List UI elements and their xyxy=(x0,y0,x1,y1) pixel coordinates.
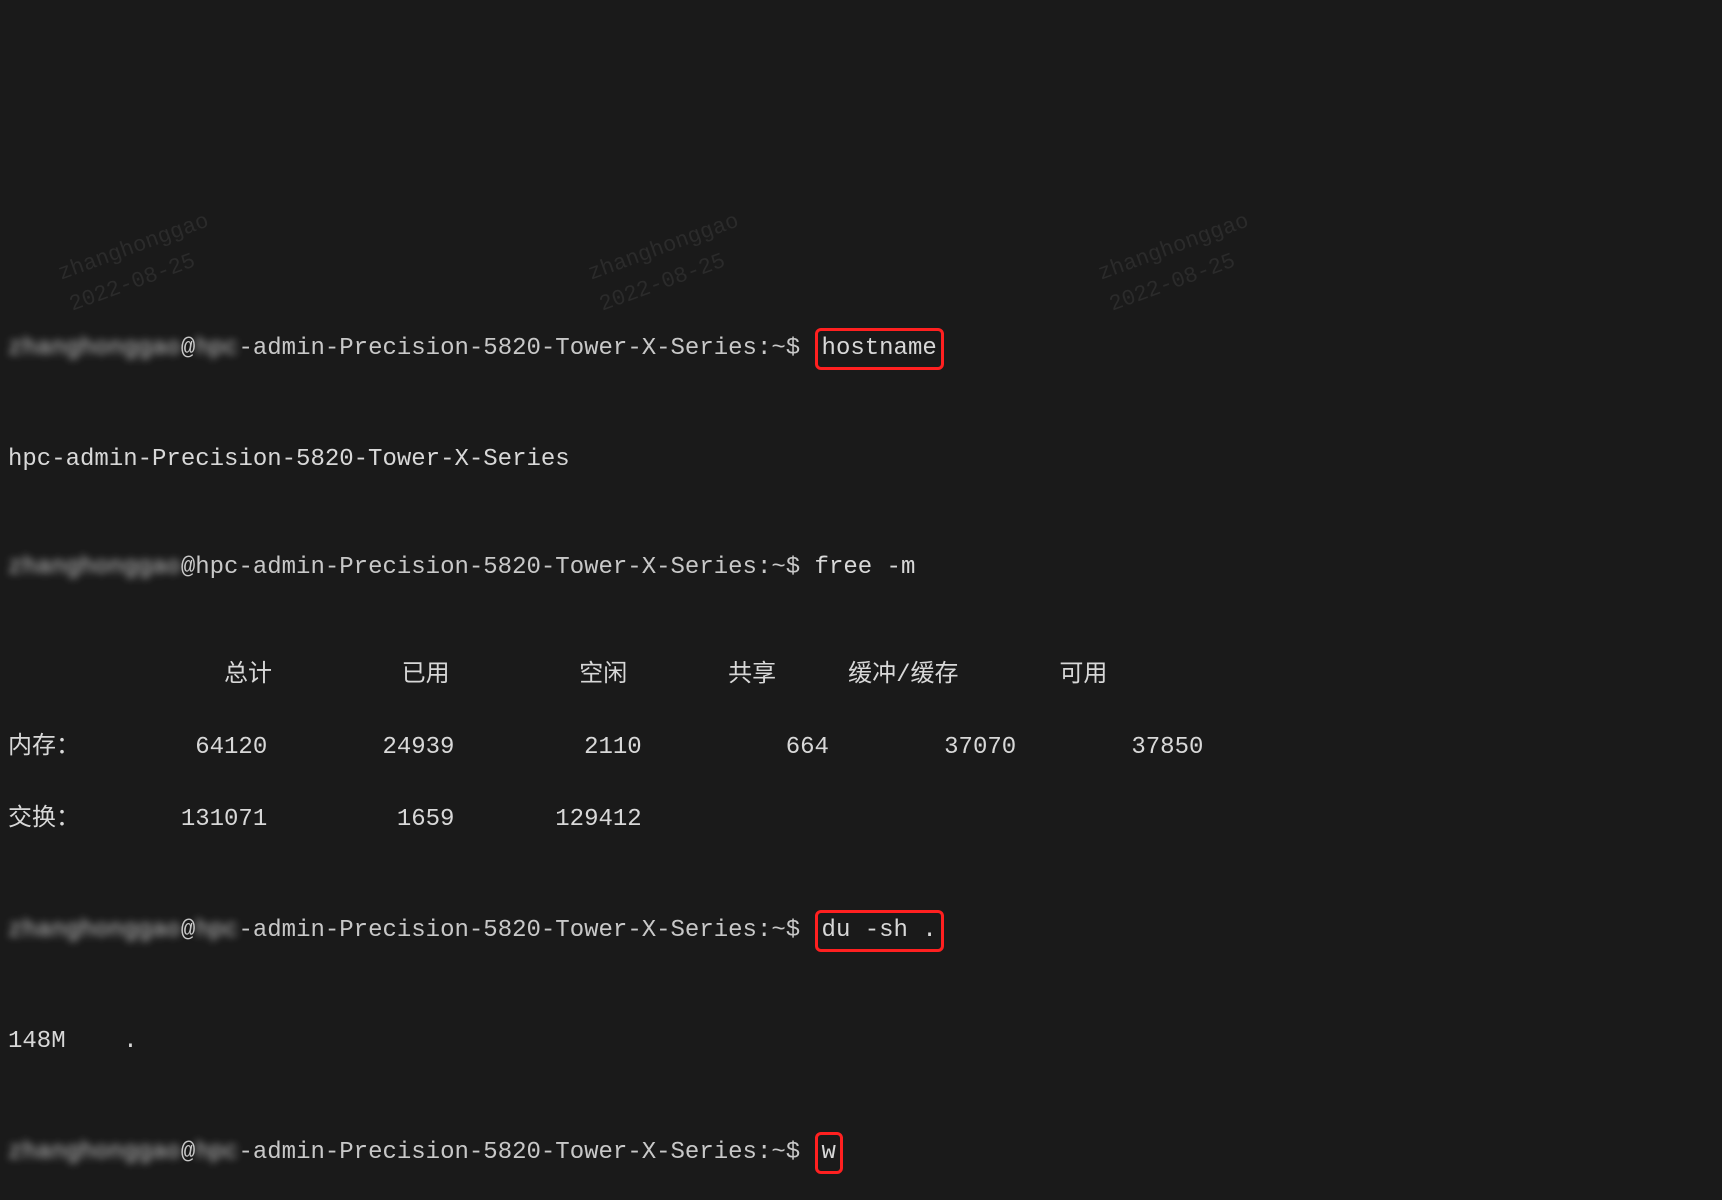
prompt-host: -admin-Precision-5820-Tower-X-Series xyxy=(238,335,756,362)
prompt-line-hostname[interactable]: zhanghonggao@hpc-admin-Precision-5820-To… xyxy=(8,328,1714,370)
free-swap-row: 交换： 131071 1659 129412 xyxy=(8,802,1714,838)
prompt-at: @ xyxy=(181,554,195,581)
watermark: zhanghonggao 2022-08-25 xyxy=(53,205,224,321)
output-hostname: hpc-admin-Precision-5820-Tower-X-Series xyxy=(8,442,1714,478)
prompt-path: :~$ xyxy=(757,335,815,362)
prompt-path: :~$ xyxy=(757,917,815,944)
prompt-path: :~$ xyxy=(757,554,815,581)
cmd-w: w xyxy=(815,1132,843,1174)
prompt-line-free[interactable]: zhanghonggao@hpc-admin-Precision-5820-To… xyxy=(8,550,1714,586)
prompt-host-prefix: hpc xyxy=(195,1135,238,1171)
prompt-host: -admin-Precision-5820-Tower-X-Series xyxy=(238,917,756,944)
prompt-at: @ xyxy=(181,335,195,362)
prompt-line-du[interactable]: zhanghonggao@hpc-admin-Precision-5820-To… xyxy=(8,910,1714,952)
cmd-du: du -sh . xyxy=(815,910,944,952)
prompt-user: zhanghonggao xyxy=(8,331,181,367)
prompt-host-prefix: hpc xyxy=(195,331,238,367)
prompt-at: @ xyxy=(181,917,195,944)
output-du: 148M . xyxy=(8,1024,1714,1060)
cmd-free: free -m xyxy=(815,554,916,581)
prompt-host: -admin-Precision-5820-Tower-X-Series xyxy=(238,1139,756,1166)
watermark: zhanghonggao 2022-08-25 xyxy=(583,205,754,321)
watermark: zhanghonggao 2022-08-25 xyxy=(1093,205,1264,321)
prompt-at: @ xyxy=(181,1139,195,1166)
prompt-user: zhanghonggao xyxy=(8,1135,181,1171)
prompt-user: zhanghonggao xyxy=(8,550,181,586)
prompt-line-w[interactable]: zhanghonggao@hpc-admin-Precision-5820-To… xyxy=(8,1132,1714,1174)
cmd-hostname: hostname xyxy=(815,328,944,370)
free-header: 总计 已用 空闲 共享 缓冲/缓存 可用 xyxy=(8,658,1714,694)
prompt-host-prefix: hpc xyxy=(195,913,238,949)
prompt-path: :~$ xyxy=(757,1139,815,1166)
free-mem-row: 内存： 64120 24939 2110 664 37070 37850 xyxy=(8,730,1714,766)
prompt-user: zhanghonggao xyxy=(8,913,181,949)
prompt-host: hpc-admin-Precision-5820-Tower-X-Series xyxy=(195,554,757,581)
